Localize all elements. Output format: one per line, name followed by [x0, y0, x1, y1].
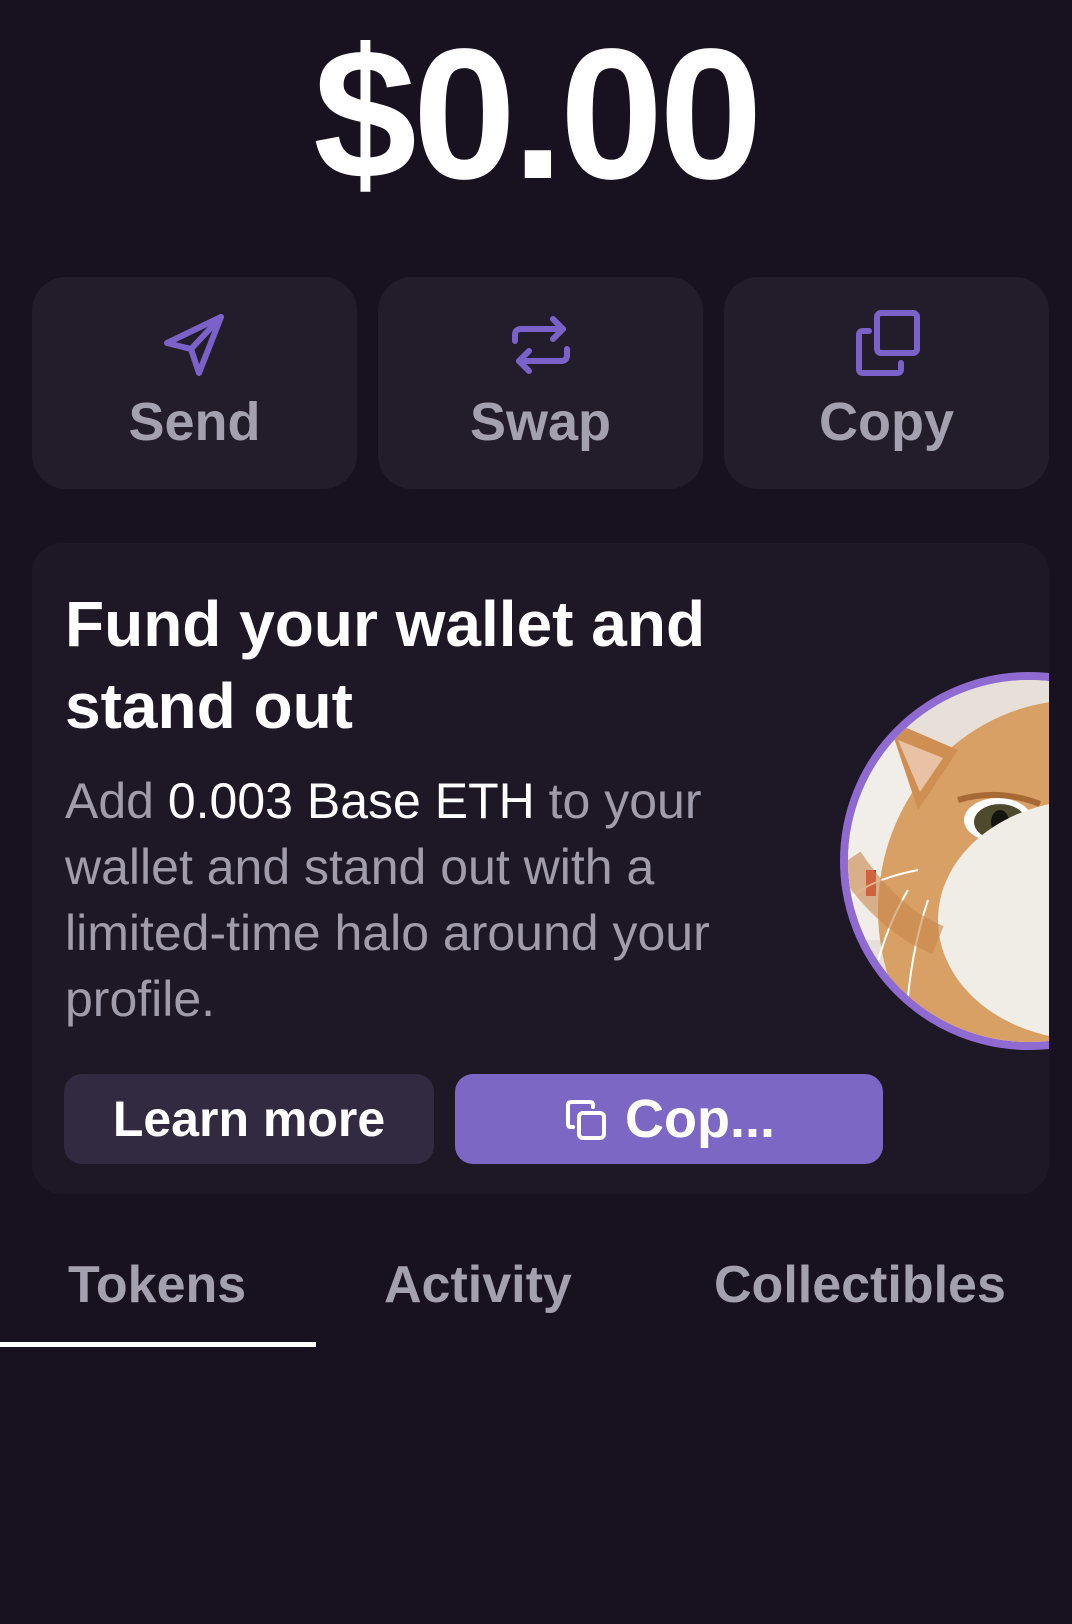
copy-button[interactable]: Copy	[724, 277, 1049, 489]
fund-wallet-card: Fund your wallet and stand out Add 0.003…	[32, 543, 1049, 1194]
tab-activity[interactable]: Activity	[384, 1230, 572, 1348]
send-button[interactable]: Send	[32, 277, 357, 489]
action-buttons: Send Swap Copy	[32, 277, 1049, 489]
swap-label: Swap	[469, 392, 612, 452]
copy-label: Copy	[819, 392, 954, 452]
send-label: Send	[128, 392, 261, 452]
wallet-tabs: Tokens Activity Collectibles	[0, 1230, 1072, 1350]
active-tab-indicator	[0, 1342, 316, 1347]
tab-collectibles[interactable]: Collectibles	[714, 1230, 1006, 1348]
tab-tokens[interactable]: Tokens	[68, 1230, 246, 1348]
wallet-balance: $0.00	[313, 11, 762, 218]
copy-address-label: Cop...	[625, 1089, 775, 1149]
copy-address-button[interactable]: Cop...	[455, 1074, 883, 1164]
cat-avatar	[840, 672, 1049, 1050]
send-icon	[157, 307, 233, 383]
promo-description: Add 0.003 Base ETH to your wallet and st…	[65, 768, 805, 1032]
copy-icon	[849, 307, 925, 383]
swap-button[interactable]: Swap	[378, 277, 703, 489]
promo-body-prefix: Add	[65, 773, 168, 829]
copy-icon	[565, 1099, 607, 1141]
swap-icon	[503, 307, 579, 383]
promo-amount: 0.003 Base ETH	[167, 773, 535, 829]
learn-more-button[interactable]: Learn more	[64, 1074, 434, 1164]
promo-title: Fund your wallet and stand out	[65, 588, 706, 742]
